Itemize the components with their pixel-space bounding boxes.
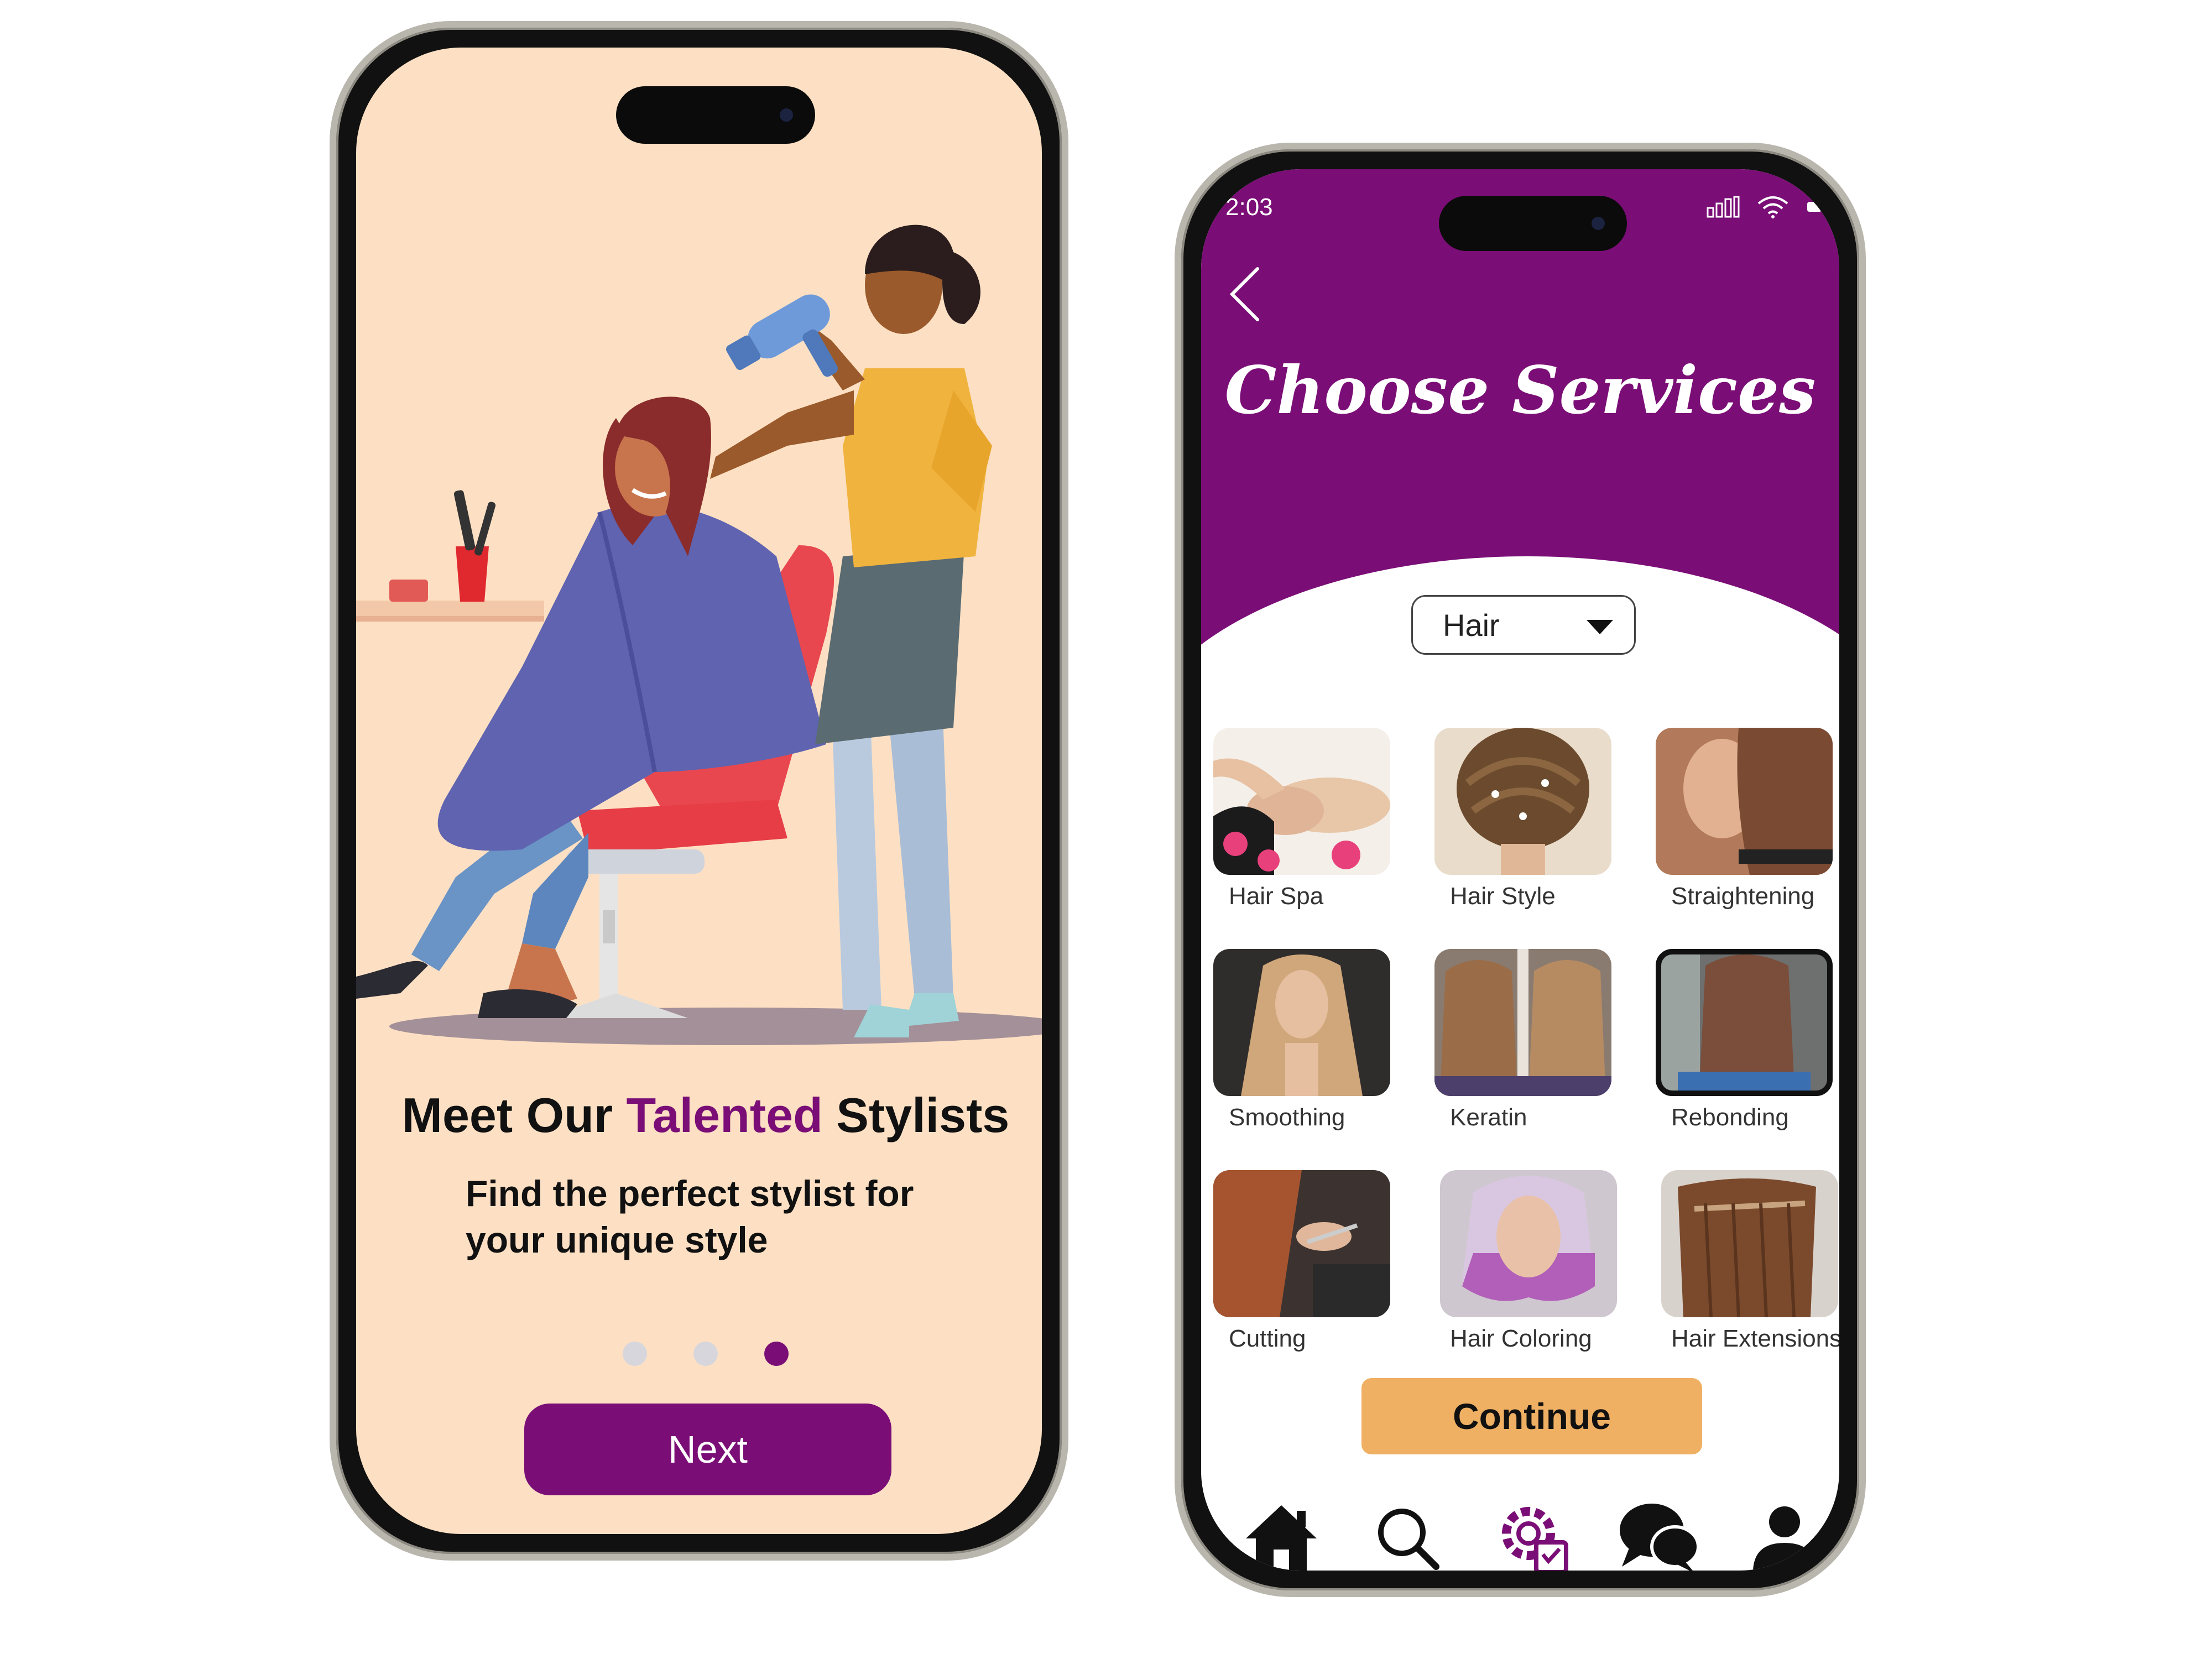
service-label: Cutting <box>1229 1325 1306 1352</box>
headline-accent: Talented <box>626 1088 823 1142</box>
service-label: Hair Style <box>1450 883 1556 910</box>
service-tile-rebonding[interactable]: Rebonding <box>1656 949 1833 1170</box>
service-label: Smoothing <box>1229 1104 1345 1131</box>
category-dropdown[interactable]: Hair <box>1411 595 1636 655</box>
cutting-image <box>1213 1170 1390 1317</box>
next-button[interactable]: Next <box>524 1404 891 1495</box>
nav-profile[interactable] <box>1743 1496 1826 1571</box>
smoothing-image <box>1213 949 1390 1096</box>
services-grid: Hair Spa Hair Style Straightening Smooth… <box>1213 728 1839 1391</box>
onboarding-subtitle: Find the perfect stylist for your unique… <box>466 1173 914 1260</box>
service-tile-hair-spa[interactable]: Hair Spa <box>1213 728 1390 949</box>
nav-chat[interactable] <box>1618 1496 1700 1571</box>
dynamic-island <box>1439 196 1627 251</box>
service-label: Hair Coloring <box>1450 1325 1592 1352</box>
service-tile-hair-coloring[interactable]: Hair Coloring <box>1434 1170 1617 1391</box>
service-tile-straightening[interactable]: Straightening <box>1656 728 1833 949</box>
page-dot-2[interactable] <box>693 1342 718 1366</box>
nav-home[interactable] <box>1240 1496 1323 1571</box>
page-title: Choose Services <box>1224 352 1816 429</box>
nav-services[interactable] <box>1491 1496 1574 1571</box>
hair-style-image <box>1434 728 1611 875</box>
service-tile-hair-style[interactable]: Hair Style <box>1434 728 1611 949</box>
caret-down-icon <box>1587 620 1613 634</box>
service-tile-hair-extensions[interactable]: Hair Extensions <box>1656 1170 1839 1391</box>
page-indicator <box>356 1342 1042 1366</box>
service-label: Hair Extensions <box>1671 1325 1839 1352</box>
status-icons <box>1707 195 1823 219</box>
signal-icon <box>1707 196 1740 218</box>
chat-icon <box>1619 1504 1700 1571</box>
hair-spa-image <box>1213 728 1390 875</box>
battery-icon <box>1807 202 1822 212</box>
services-screen: 2:03 Choose Services Hair Hair Spa Hair … <box>1201 169 1839 1571</box>
home-icon <box>1246 1505 1317 1571</box>
page-dot-1[interactable] <box>623 1342 647 1366</box>
service-label: Rebonding <box>1671 1104 1789 1131</box>
stylist-illustration <box>356 225 1042 1045</box>
continue-button[interactable]: Continue <box>1361 1378 1702 1454</box>
service-tile-keratin[interactable]: Keratin <box>1434 949 1611 1170</box>
service-label: Keratin <box>1450 1104 1527 1131</box>
page-dot-3-active[interactable] <box>764 1342 789 1366</box>
onboarding-screen: Meet Our Talented Stylists Find the perf… <box>356 48 1042 1534</box>
service-tile-cutting[interactable]: Cutting <box>1213 1170 1390 1391</box>
service-tile-smoothing[interactable]: Smoothing <box>1213 949 1390 1170</box>
service-label: Hair Spa <box>1229 883 1324 910</box>
onboarding-headline: Meet Our Talented Stylists <box>401 1088 1010 1142</box>
rebonding-image-selected <box>1656 949 1833 1096</box>
hair-coloring-image <box>1440 1170 1617 1317</box>
services-phone: 2:03 Choose Services Hair Hair Spa Hair … <box>1175 143 1866 1597</box>
services-gear-icon <box>1502 1507 1568 1571</box>
category-selected: Hair <box>1443 607 1500 643</box>
back-arrow-icon[interactable] <box>1221 263 1271 330</box>
wifi-icon <box>1757 196 1788 218</box>
search-icon <box>1378 1509 1439 1570</box>
service-label: Straightening <box>1671 883 1815 910</box>
bottom-navigation <box>1240 1496 1826 1571</box>
dynamic-island <box>616 86 815 144</box>
keratin-image <box>1434 949 1611 1096</box>
status-time: 2:03 <box>1225 194 1273 221</box>
profile-icon <box>1753 1506 1816 1571</box>
onboarding-phone: Meet Our Talented Stylists Find the perf… <box>330 21 1068 1561</box>
hair-extensions-image <box>1661 1170 1838 1317</box>
nav-search[interactable] <box>1366 1496 1449 1571</box>
straightening-image <box>1656 728 1833 875</box>
